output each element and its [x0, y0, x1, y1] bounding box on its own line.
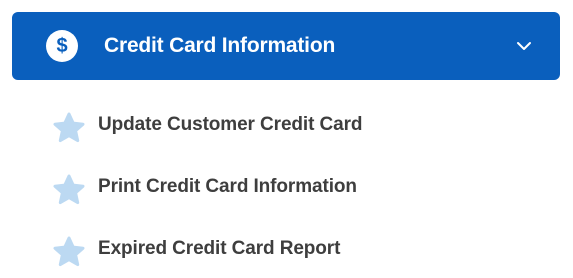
chevron-down-icon[interactable]: [514, 36, 534, 56]
header-title: Credit Card Information: [104, 34, 336, 57]
submenu-item-expired-credit-card-report[interactable]: Expired Credit Card Report: [0, 218, 573, 278]
credit-card-information-header[interactable]: $ Credit Card Information: [12, 12, 560, 80]
star-icon: [53, 112, 85, 143]
credit-card-submenu: Update Customer Credit Card Print Credit…: [0, 94, 573, 278]
dollar-icon: $: [46, 30, 78, 62]
submenu-item-label: Update Customer Credit Card: [98, 114, 363, 135]
submenu-item-update-customer-credit-card[interactable]: Update Customer Credit Card: [0, 94, 573, 156]
star-icon: [53, 236, 85, 267]
submenu-item-print-credit-card-information[interactable]: Print Credit Card Information: [0, 156, 573, 218]
star-icon: [53, 174, 85, 205]
submenu-item-label: Expired Credit Card Report: [98, 238, 341, 259]
submenu-item-label: Print Credit Card Information: [98, 176, 357, 197]
